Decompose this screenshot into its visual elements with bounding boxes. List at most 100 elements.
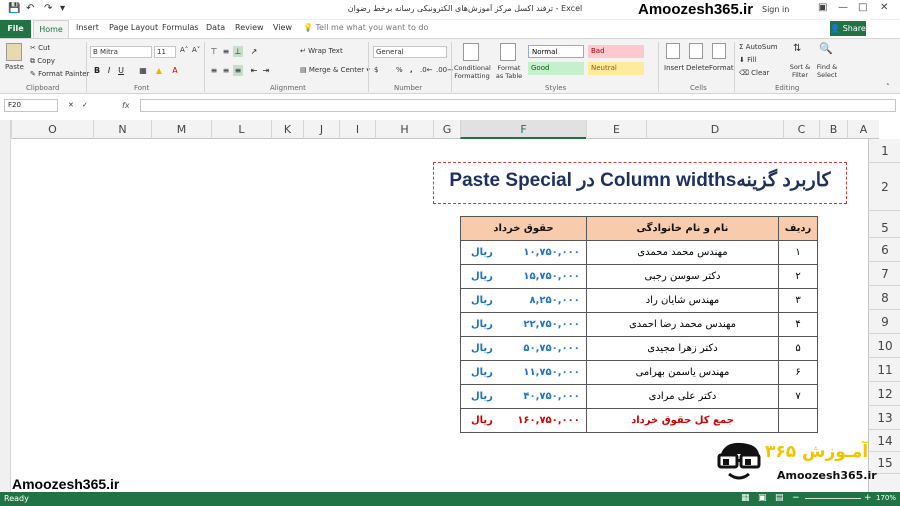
- tab-home[interactable]: Home: [33, 20, 69, 38]
- ribbon-display-icon[interactable]: ▣: [818, 2, 827, 13]
- style-bad[interactable]: Bad: [588, 45, 644, 58]
- align-right-icon[interactable]: ≡: [233, 65, 243, 76]
- zoom-slider[interactable]: [805, 498, 861, 499]
- column-header[interactable]: A: [847, 120, 879, 139]
- column-header[interactable]: B: [819, 120, 847, 139]
- column-header[interactable]: H: [375, 120, 433, 139]
- cancel-icon[interactable]: ✕: [68, 101, 74, 109]
- page-layout-view-icon[interactable]: ▣: [758, 493, 767, 503]
- percent-format-icon[interactable]: %: [396, 66, 403, 74]
- redo-icon[interactable]: ↷: [44, 3, 52, 14]
- insert-function-icon[interactable]: fx: [122, 101, 130, 110]
- header-name[interactable]: نام و نام خانوادگی: [585, 216, 780, 241]
- tab-data[interactable]: Data: [206, 23, 225, 32]
- sheet-heading-box[interactable]: کاربرد گزینه‌Column widths در Paste Spec…: [433, 162, 847, 204]
- row-header[interactable]: 11: [869, 358, 900, 382]
- tab-review[interactable]: Review: [235, 23, 264, 32]
- share-button[interactable]: 👤 Share: [830, 21, 866, 36]
- conditional-formatting-icon[interactable]: [463, 43, 479, 61]
- style-good[interactable]: Good: [528, 62, 584, 75]
- row-header[interactable]: 5: [869, 211, 900, 238]
- column-header[interactable]: D: [646, 120, 783, 139]
- style-neutral[interactable]: Neutral: [588, 62, 644, 75]
- borders-icon[interactable]: ▦: [138, 65, 148, 76]
- align-top-icon[interactable]: ⊤: [209, 46, 219, 57]
- wrap-text-button[interactable]: ↵ Wrap Text: [300, 47, 343, 55]
- insert-cells-icon[interactable]: [666, 43, 680, 59]
- sign-in-link[interactable]: Sign in: [762, 5, 789, 14]
- undo-icon[interactable]: ↶: [26, 3, 34, 14]
- column-header[interactable]: M: [151, 120, 211, 139]
- increase-font-icon[interactable]: A˄: [180, 46, 188, 54]
- cut-button[interactable]: ✂ Cut: [30, 44, 50, 52]
- total-empty-cell[interactable]: [778, 408, 818, 433]
- index-cell[interactable]: ۵: [778, 336, 818, 361]
- italic-button[interactable]: I: [104, 65, 114, 76]
- salary-cell[interactable]: ریال ۴۰,۷۵۰,۰۰۰: [460, 384, 587, 409]
- font-name-select[interactable]: B Mitra: [90, 46, 152, 58]
- salary-cell[interactable]: ریال ۱۱,۷۵۰,۰۰۰: [460, 360, 587, 385]
- name-cell[interactable]: مهندس شایان راد: [585, 288, 780, 313]
- salary-cell[interactable]: ریال ۲۲,۷۵۰,۰۰۰: [460, 312, 587, 337]
- align-bottom-icon[interactable]: ⊥: [233, 46, 243, 57]
- tab-view[interactable]: View: [273, 23, 292, 32]
- row-header[interactable]: 10: [869, 334, 900, 358]
- conditional-formatting-label[interactable]: Conditional Formatting: [454, 64, 491, 80]
- index-cell[interactable]: ۳: [778, 288, 818, 313]
- tab-insert[interactable]: Insert: [76, 23, 99, 32]
- close-icon[interactable]: ✕: [880, 2, 888, 13]
- align-left-icon[interactable]: ≡: [209, 65, 219, 76]
- name-cell[interactable]: دکتر علی مرادی: [585, 384, 780, 409]
- page-break-view-icon[interactable]: ▤: [775, 493, 784, 503]
- zoom-out-icon[interactable]: −: [792, 493, 800, 503]
- row-header[interactable]: 13: [869, 406, 900, 430]
- merge-center-button[interactable]: ▤ Merge & Center ▾: [300, 66, 370, 74]
- underline-button[interactable]: U: [116, 65, 126, 76]
- customize-quick-access-icon[interactable]: ▾: [60, 3, 65, 14]
- format-as-table-label[interactable]: Format as Table: [493, 64, 525, 80]
- font-color-icon[interactable]: A: [170, 65, 180, 76]
- column-header[interactable]: J: [303, 120, 339, 139]
- name-cell[interactable]: دکتر سوسن رجبی: [585, 264, 780, 289]
- column-header[interactable]: K: [271, 120, 303, 139]
- column-header-selected[interactable]: F: [460, 120, 586, 139]
- index-cell[interactable]: ۴: [778, 312, 818, 337]
- normal-view-icon[interactable]: ▦: [741, 493, 750, 503]
- row-header[interactable]: 6: [869, 238, 900, 262]
- bold-button[interactable]: B: [92, 65, 102, 76]
- column-header[interactable]: C: [783, 120, 819, 139]
- format-cells-icon[interactable]: [712, 43, 726, 59]
- format-as-table-icon[interactable]: [500, 43, 516, 61]
- align-middle-icon[interactable]: ≡: [221, 46, 231, 57]
- row-header[interactable]: 12: [869, 382, 900, 406]
- paste-label[interactable]: Paste: [5, 63, 24, 71]
- insert-cells-label[interactable]: Insert: [664, 64, 684, 72]
- decrease-indent-icon[interactable]: ⇤: [249, 65, 259, 76]
- total-label-cell[interactable]: جمع کل حقوق خرداد: [585, 408, 780, 433]
- delete-cells-icon[interactable]: [689, 43, 703, 59]
- row-header[interactable]: 7: [869, 262, 900, 286]
- salary-cell[interactable]: ریال ۸,۲۵۰,۰۰۰: [460, 288, 587, 313]
- paste-icon[interactable]: [6, 43, 22, 61]
- font-size-select[interactable]: 11: [154, 46, 176, 58]
- collapse-ribbon-icon[interactable]: ˄: [886, 83, 890, 91]
- column-header[interactable]: O: [11, 120, 93, 139]
- row-header[interactable]: 2: [869, 163, 900, 211]
- index-cell[interactable]: ۶: [778, 360, 818, 385]
- delete-cells-label[interactable]: Delete: [686, 64, 709, 72]
- column-header[interactable]: G: [433, 120, 460, 139]
- vertical-scrollbar[interactable]: [0, 120, 11, 492]
- salary-cell[interactable]: ریال ۱۵,۷۵۰,۰۰۰: [460, 264, 587, 289]
- salary-cell[interactable]: ریال ۱۰,۷۵۰,۰۰۰: [460, 240, 587, 265]
- index-cell[interactable]: ۱: [778, 240, 818, 265]
- format-painter-button[interactable]: ✎ Format Painter: [30, 70, 90, 78]
- tab-page-layout[interactable]: Page Layout: [109, 23, 158, 32]
- name-cell[interactable]: مهندس محمد رضا احمدی: [585, 312, 780, 337]
- zoom-level[interactable]: 170%: [876, 494, 896, 502]
- name-cell[interactable]: دکتر زهرا مجیدی: [585, 336, 780, 361]
- save-icon[interactable]: 💾: [8, 3, 20, 14]
- header-salary[interactable]: حقوق خرداد: [460, 216, 587, 241]
- decrease-font-icon[interactable]: A˅: [192, 46, 200, 54]
- style-normal[interactable]: Normal: [528, 45, 584, 58]
- find-select-icon[interactable]: 🔍: [819, 42, 833, 55]
